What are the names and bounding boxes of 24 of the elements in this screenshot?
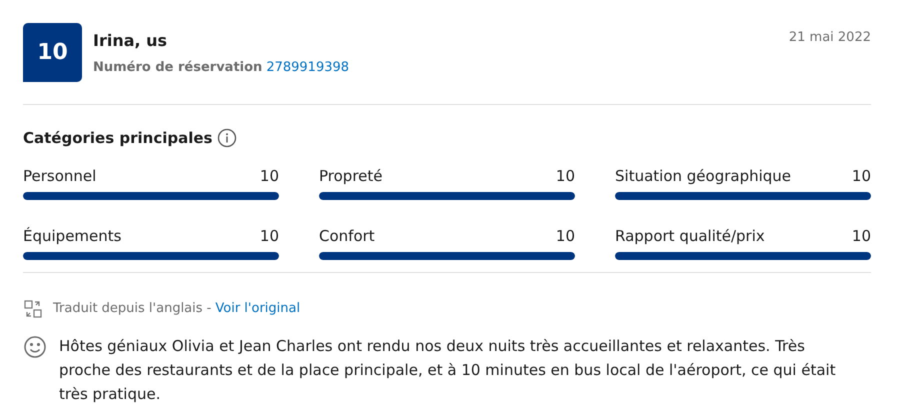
booking-number: 2789919398 <box>266 59 350 77</box>
review-text: Hôtes géniaux Olivia et Jean Charles ont rendu nos deux nuits très accueillantes et relaxantes. Très proche des restaurants et de la place principale, et à 10 minutes en bus local de l'aéroport, ce qui était très pratique. <box>59 336 837 404</box>
translate-icon <box>23 298 43 318</box>
category-label: Situation géographique <box>615 166 792 186</box>
view-original-link[interactable]: Voir l'original <box>215 298 300 318</box>
translation-note: Traduit depuis l'anglais - <box>53 300 212 318</box>
category-score: 10 <box>260 166 279 186</box>
category-label: Propreté <box>319 166 382 186</box>
category-score: 10 <box>556 226 575 246</box>
category-label: Rapport qualité/prix <box>615 226 765 246</box>
info-icon[interactable] <box>217 128 238 148</box>
smiley-icon <box>23 334 47 358</box>
score-badge: 10 <box>23 23 82 82</box>
booking-label: Numéro de réservation <box>93 59 262 77</box>
category-label: Équipements <box>23 226 122 246</box>
category-score: 10 <box>852 226 871 246</box>
category-score: 10 <box>556 166 575 186</box>
reviewer-name: Irina, us <box>93 31 168 51</box>
category-score: 10 <box>852 166 871 186</box>
category-label: Confort <box>319 226 375 246</box>
section-heading: Catégories principales <box>23 128 212 149</box>
category-score: 10 <box>260 226 279 246</box>
category-label: Personnel <box>23 166 96 186</box>
review-date: 21 mai 2022 <box>788 29 871 47</box>
